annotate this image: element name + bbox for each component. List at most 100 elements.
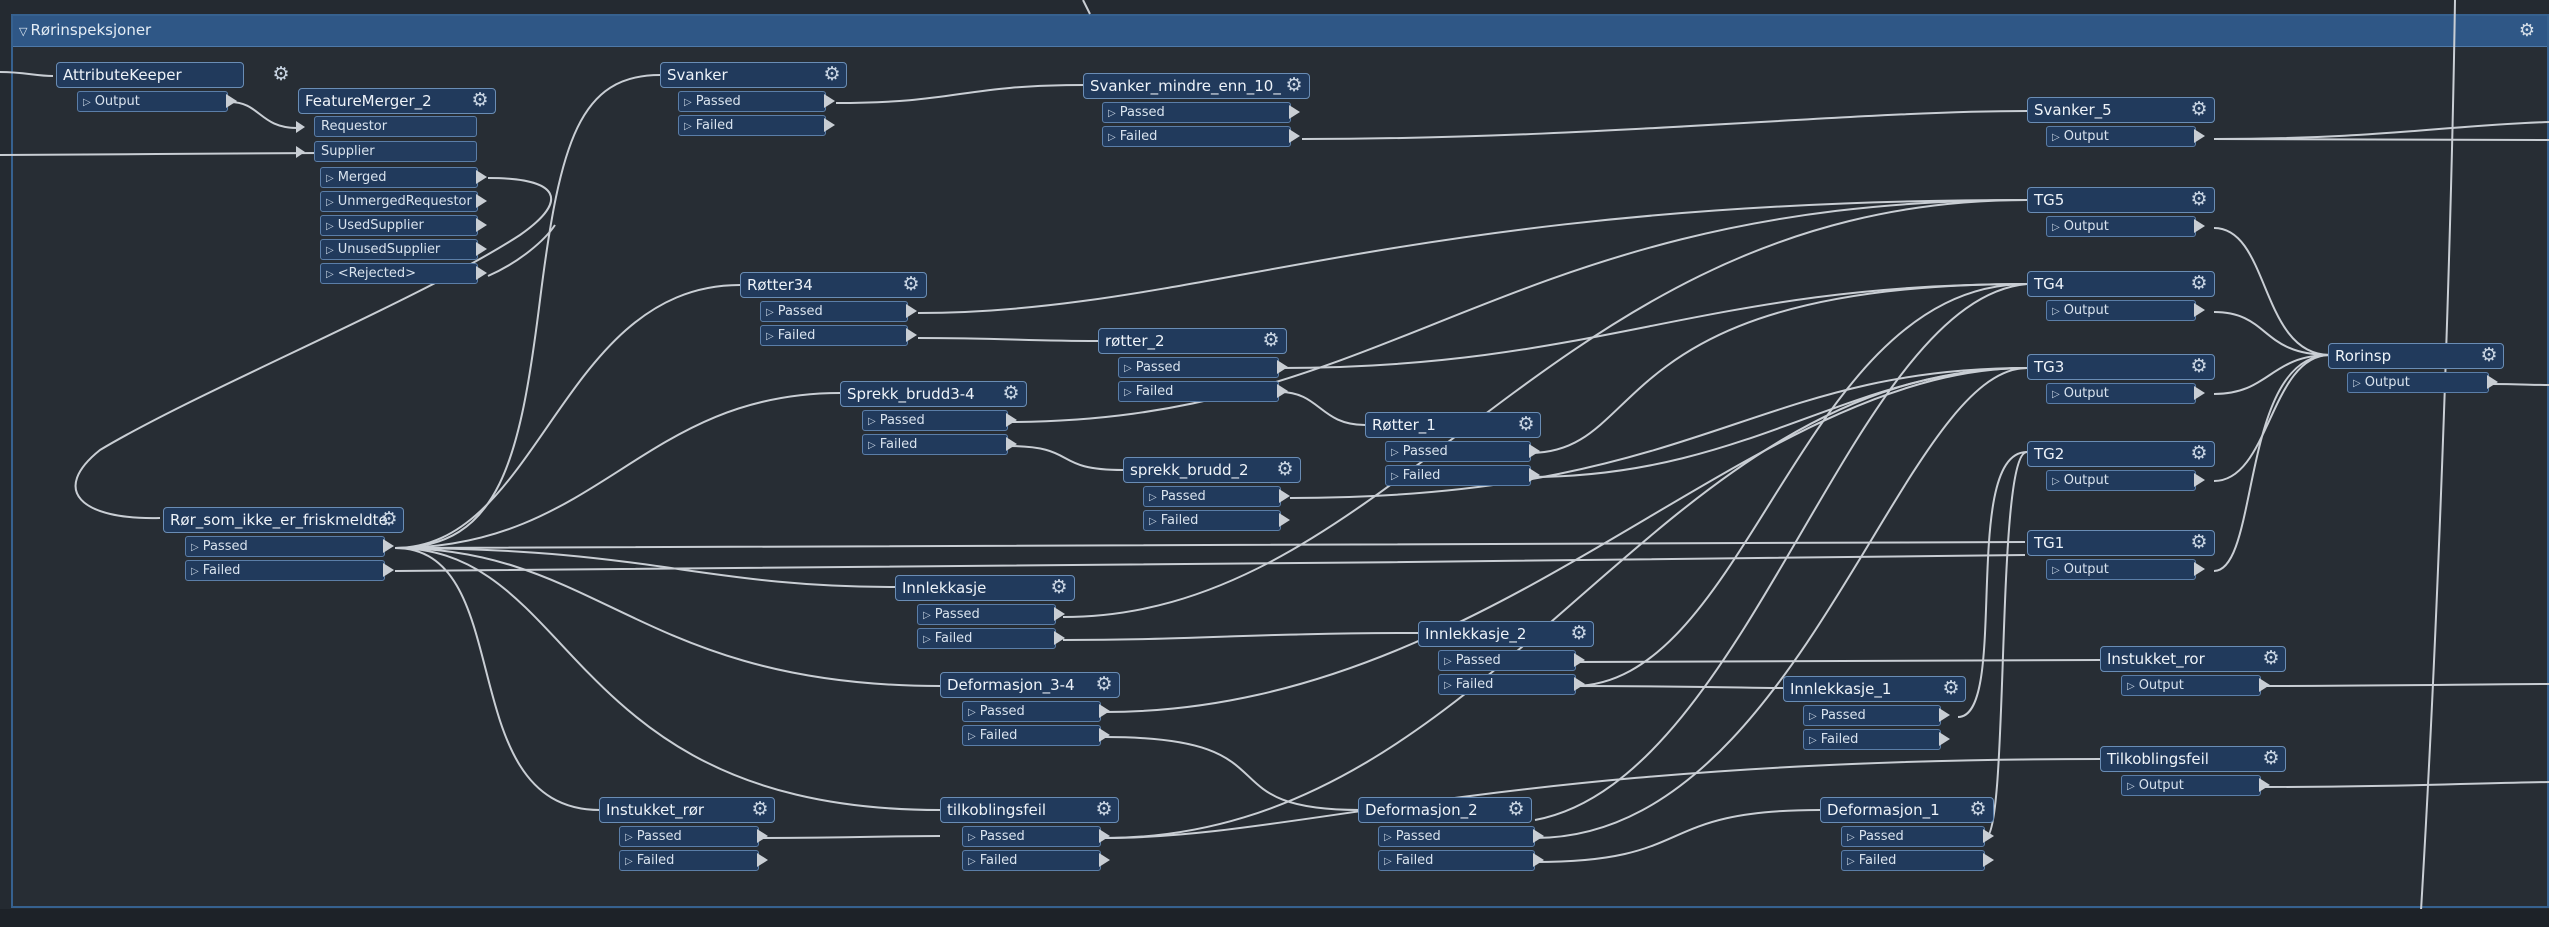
port-arrow[interactable] [1279, 489, 1290, 503]
port-arrow[interactable] [1279, 513, 1290, 527]
output-port-usedsupplier[interactable]: ▷ UsedSupplier [320, 215, 478, 236]
gear-icon[interactable]: ⚙ [2259, 747, 2283, 771]
output-port-merged[interactable]: ▷ Merged [320, 167, 478, 188]
triangle-right-icon[interactable]: ▷ [1149, 516, 1157, 527]
triangle-down-icon[interactable]: ▽ [19, 25, 27, 38]
gear-icon[interactable]: ⚙ [1092, 673, 1116, 697]
output-port-passed[interactable]: ▷ Passed [619, 826, 759, 847]
port-arrow[interactable] [1533, 853, 1544, 867]
port-arrow[interactable] [2487, 375, 2498, 389]
input-port-requestor[interactable]: Requestor [314, 116, 477, 137]
triangle-right-icon[interactable]: ▷ [2052, 132, 2060, 143]
port-arrow[interactable] [476, 170, 487, 184]
port-arrow[interactable] [1099, 704, 1110, 718]
input-arrow[interactable] [296, 146, 305, 158]
triangle-right-icon[interactable]: ▷ [326, 269, 334, 280]
triangle-right-icon[interactable]: ▷ [1108, 132, 1116, 143]
port-arrow[interactable] [1277, 384, 1288, 398]
port-arrow[interactable] [1939, 708, 1950, 722]
output-port-passed[interactable]: ▷ Passed [1102, 102, 1291, 123]
port-arrow[interactable] [1529, 444, 1540, 458]
port-arrow[interactable] [1277, 360, 1288, 374]
triangle-right-icon[interactable]: ▷ [2052, 389, 2060, 400]
port-arrow[interactable] [2259, 678, 2270, 692]
output-port-passed[interactable]: ▷ Passed [1378, 826, 1535, 847]
input-arrow[interactable] [296, 121, 305, 133]
output-port-unusedsupplier[interactable]: ▷ UnusedSupplier [320, 239, 478, 260]
gear-icon[interactable]: ⚙ [2477, 344, 2501, 368]
gear-icon[interactable]: ⚙ [269, 63, 293, 87]
port-arrow[interactable] [1574, 653, 1585, 667]
triangle-right-icon[interactable]: ▷ [2127, 681, 2135, 692]
port-arrow[interactable] [1099, 829, 1110, 843]
triangle-right-icon[interactable]: ▷ [1391, 447, 1399, 458]
output-port-passed[interactable]: ▷ Passed [185, 536, 385, 557]
gear-icon[interactable]: ⚙ [1259, 329, 1283, 353]
triangle-right-icon[interactable]: ▷ [1149, 492, 1157, 503]
port-arrow[interactable] [1289, 129, 1300, 143]
gear-icon[interactable]: ⚙ [1047, 576, 1071, 600]
bookmark-header[interactable]: ▽ Rørinspeksjoner ⚙ [13, 16, 2547, 47]
port-arrow[interactable] [1983, 853, 1994, 867]
gear-icon[interactable]: ⚙ [2187, 98, 2211, 122]
triangle-right-icon[interactable]: ▷ [923, 634, 931, 645]
workspace-canvas[interactable]: ▽ Rørinspeksjoner ⚙ AttributeKeeper ⚙ ▷ … [0, 0, 2549, 927]
gear-icon[interactable]: ⚙ [1092, 798, 1116, 822]
output-port-output[interactable]: ▷ Output [2046, 383, 2196, 404]
gear-icon[interactable]: ⚙ [2187, 188, 2211, 212]
gear-icon[interactable]: ⚙ [2519, 20, 2535, 41]
port-arrow[interactable] [1054, 631, 1065, 645]
gear-icon[interactable]: ⚙ [2187, 442, 2211, 466]
port-arrow[interactable] [476, 242, 487, 256]
gear-icon[interactable]: ⚙ [2259, 647, 2283, 671]
output-port-passed[interactable]: ▷ Passed [917, 604, 1056, 625]
triangle-right-icon[interactable]: ▷ [684, 121, 692, 132]
port-arrow[interactable] [383, 563, 394, 577]
output-port-passed[interactable]: ▷ Passed [862, 410, 1008, 431]
output-port-failed[interactable]: ▷ Failed [1803, 729, 1941, 750]
triangle-right-icon[interactable]: ▷ [625, 832, 633, 843]
output-port-failed[interactable]: ▷ Failed [862, 434, 1008, 455]
port-arrow[interactable] [2194, 473, 2205, 487]
triangle-right-icon[interactable]: ▷ [1809, 735, 1817, 746]
port-arrow[interactable] [383, 539, 394, 553]
triangle-right-icon[interactable]: ▷ [968, 832, 976, 843]
triangle-right-icon[interactable]: ▷ [326, 197, 334, 208]
triangle-right-icon[interactable]: ▷ [326, 245, 334, 256]
triangle-right-icon[interactable]: ▷ [1809, 711, 1817, 722]
port-arrow[interactable] [1006, 413, 1017, 427]
triangle-right-icon[interactable]: ▷ [868, 440, 876, 451]
triangle-right-icon[interactable]: ▷ [1444, 656, 1452, 667]
output-port-passed[interactable]: ▷ Passed [962, 701, 1101, 722]
output-port-failed[interactable]: ▷ Failed [1102, 126, 1291, 147]
gear-icon[interactable]: ⚙ [1504, 798, 1528, 822]
output-port-output[interactable]: ▷ Output [2347, 372, 2489, 393]
gear-icon[interactable]: ⚙ [2187, 531, 2211, 555]
gear-icon[interactable]: ⚙ [899, 273, 923, 297]
port-arrow[interactable] [1054, 607, 1065, 621]
triangle-right-icon[interactable]: ▷ [1124, 363, 1132, 374]
port-arrow[interactable] [824, 118, 835, 132]
port-arrow[interactable] [476, 194, 487, 208]
input-port-supplier[interactable]: Supplier [314, 141, 477, 162]
triangle-right-icon[interactable]: ▷ [766, 331, 774, 342]
triangle-right-icon[interactable]: ▷ [1384, 856, 1392, 867]
triangle-right-icon[interactable]: ▷ [968, 707, 976, 718]
output-port-failed[interactable]: ▷ Failed [678, 115, 826, 136]
port-arrow[interactable] [1099, 728, 1110, 742]
triangle-right-icon[interactable]: ▷ [2052, 476, 2060, 487]
triangle-right-icon[interactable]: ▷ [923, 610, 931, 621]
output-port-output[interactable]: ▷ Output [2121, 675, 2261, 696]
triangle-right-icon[interactable]: ▷ [2052, 306, 2060, 317]
triangle-right-icon[interactable]: ▷ [968, 731, 976, 742]
gear-icon[interactable]: ⚙ [1514, 413, 1538, 437]
port-arrow[interactable] [1099, 853, 1110, 867]
output-port-passed[interactable]: ▷ Passed [1143, 486, 1281, 507]
node-title[interactable]: Svanker_mindre_enn_10_ [1083, 73, 1310, 99]
triangle-right-icon[interactable]: ▷ [2052, 222, 2060, 233]
triangle-right-icon[interactable]: ▷ [83, 97, 91, 108]
triangle-right-icon[interactable]: ▷ [191, 542, 199, 553]
bookmark-title[interactable]: ▽ Rørinspeksjoner [19, 21, 151, 39]
port-arrow[interactable] [1574, 677, 1585, 691]
output-port-failed[interactable]: ▷ Failed [917, 628, 1056, 649]
